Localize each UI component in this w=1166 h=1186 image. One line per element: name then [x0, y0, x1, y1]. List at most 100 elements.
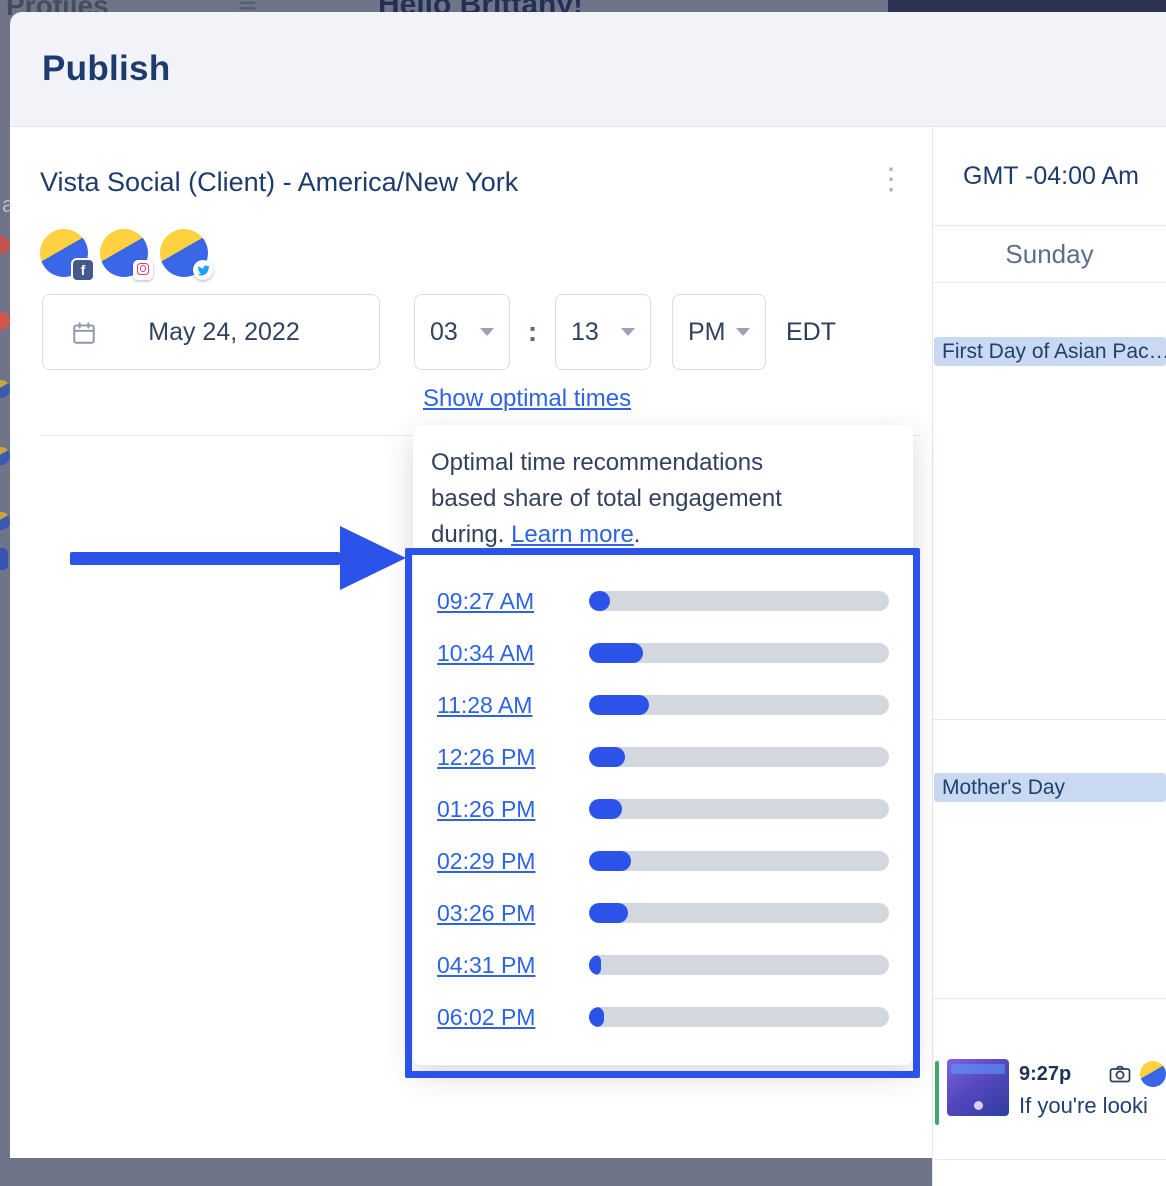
optimal-times-popup: Optimal time recommendations based share… [413, 425, 913, 1065]
calendar-gridline [933, 719, 1166, 720]
profile-group-row: Vista Social (Client) - America/New York… [40, 167, 922, 198]
camera-icon [1108, 1062, 1132, 1086]
publish-modal: Publish Vista Social (Client) - America/… [10, 12, 1166, 1186]
optimal-times-list: 09:27 AM 10:34 AM 11:28 AM 12:26 PM 01:2… [413, 567, 913, 1043]
engagement-bar-track [589, 695, 889, 715]
optimal-time-row: 10:34 AM [437, 627, 913, 679]
annotation-arrow-head [340, 526, 406, 590]
profile-group-timezone: (Client) - America/New York [188, 167, 518, 197]
caret-down-icon [621, 328, 635, 336]
engagement-bar-track [589, 799, 889, 819]
engagement-bar-fill [589, 695, 649, 715]
hour-select[interactable]: 03 [414, 294, 510, 370]
kebab-menu-icon: ⋮ [876, 163, 906, 196]
scheduler-panel: Vista Social (Client) - America/New York… [10, 127, 932, 1158]
optimal-time-link[interactable]: 10:34 AM [437, 640, 569, 667]
background-sidebar-fragment [0, 512, 10, 530]
post-time: 9:27p [1019, 1063, 1071, 1086]
optimal-time-row: 11:28 AM [437, 679, 913, 731]
calendar-event[interactable]: Mother's Day [934, 773, 1166, 802]
background-sidebar-fragment [0, 548, 8, 570]
page-title: Publish [42, 49, 171, 89]
calendar-timezone-label: GMT -04:00 Am [933, 127, 1166, 226]
time-separator: : [510, 316, 555, 348]
timezone-abbreviation: EDT [786, 318, 836, 347]
optimal-time-link[interactable]: 09:27 AM [437, 588, 569, 615]
optimal-time-link[interactable]: 11:28 AM [437, 692, 569, 719]
date-value: May 24, 2022 [148, 318, 300, 347]
post-details: 9:27p If you're looki [1019, 1059, 1166, 1119]
post-thumbnail-detail [951, 1064, 1005, 1074]
optimal-time-link[interactable]: 06:02 PM [437, 1004, 569, 1031]
engagement-bar-track [589, 955, 889, 975]
optimal-time-link[interactable]: 12:26 PM [437, 744, 569, 771]
post-thumbnail [947, 1059, 1009, 1116]
optimal-time-row: 09:27 AM [437, 575, 913, 627]
post-status-bar [935, 1061, 939, 1125]
facebook-badge-icon: f [73, 260, 93, 280]
caret-down-icon [736, 328, 750, 336]
background-sidebar-fragment [0, 447, 10, 465]
description-suffix: . [634, 521, 641, 548]
background-sidebar-fragment [0, 380, 10, 398]
calendar-gridline [933, 998, 1166, 999]
profile-group-title: Vista Social (Client) - America/New York [40, 167, 518, 198]
engagement-bar-fill [589, 1007, 604, 1027]
more-options-button[interactable]: ⋮ [876, 167, 906, 193]
engagement-bar-fill [589, 799, 622, 819]
calendar-day-header: Sunday [933, 226, 1166, 283]
scheduled-post-preview[interactable]: 9:27p If you're looki [935, 1059, 1166, 1129]
learn-more-link[interactable]: Learn more [511, 521, 634, 548]
optimal-time-link[interactable]: 02:29 PM [437, 848, 569, 875]
twitter-badge-icon [193, 260, 213, 280]
calendar-event[interactable]: First Day of Asian Pac… [934, 337, 1166, 366]
calendar-icon [71, 320, 97, 346]
engagement-bar-track [589, 643, 889, 663]
optimal-time-row: 06:02 PM [437, 991, 913, 1043]
engagement-bar-track [589, 747, 889, 767]
engagement-bar-fill [589, 591, 610, 611]
modal-header: Publish [10, 12, 1166, 127]
show-optimal-times-link[interactable]: Show optimal times [423, 385, 631, 413]
instagram-badge-icon [133, 260, 153, 280]
facebook-profile-avatar[interactable]: f [40, 229, 88, 277]
date-picker-field[interactable]: May 24, 2022 [42, 294, 380, 370]
engagement-bar-fill [589, 851, 631, 871]
engagement-bar-fill [589, 903, 628, 923]
optimal-time-row: 02:29 PM [437, 835, 913, 887]
optimal-time-row: 03:26 PM [437, 887, 913, 939]
engagement-bar-track [589, 903, 889, 923]
meridiem-select[interactable]: PM [672, 294, 766, 370]
minute-select[interactable]: 13 [555, 294, 651, 370]
engagement-bar-fill [589, 747, 625, 767]
meridiem-value: PM [688, 318, 726, 347]
post-profile-avatar [1140, 1061, 1166, 1087]
profile-group-name: Vista Social [40, 167, 181, 197]
minute-value: 13 [571, 318, 599, 347]
optimal-time-link[interactable]: 04:31 PM [437, 952, 569, 979]
optimal-time-link[interactable]: 03:26 PM [437, 900, 569, 927]
annotation-arrow-shaft [70, 552, 340, 565]
optimal-time-row: 04:31 PM [437, 939, 913, 991]
calendar-gridline [933, 1159, 1166, 1160]
engagement-bar-fill [589, 643, 643, 663]
optimal-time-link[interactable]: 01:26 PM [437, 796, 569, 823]
calendar-panel: GMT -04:00 Am Sunday First Day of Asian … [932, 127, 1166, 1186]
twitter-profile-avatar[interactable] [160, 229, 208, 277]
engagement-bar-fill [589, 955, 601, 975]
caret-down-icon [480, 328, 494, 336]
calendar-day-column: First Day of Asian Pac… Mother's Day 9:2… [933, 283, 1166, 1186]
schedule-controls: May 24, 2022 03 : 13 PM EDT [42, 294, 836, 370]
post-meta-row: 9:27p [1019, 1059, 1166, 1089]
instagram-profile-avatar[interactable] [100, 229, 148, 277]
selected-profiles: f [40, 229, 208, 277]
hour-value: 03 [430, 318, 458, 347]
background-sidebar-fragment [0, 312, 10, 330]
engagement-bar-track [589, 1007, 889, 1027]
post-thumbnail-detail [974, 1101, 983, 1110]
engagement-bar-track [589, 591, 889, 611]
annotation-arrow [70, 526, 406, 590]
optimal-time-row: 01:26 PM [437, 783, 913, 835]
optimal-time-row: 12:26 PM [437, 731, 913, 783]
post-caption: If you're looki [1019, 1093, 1166, 1119]
